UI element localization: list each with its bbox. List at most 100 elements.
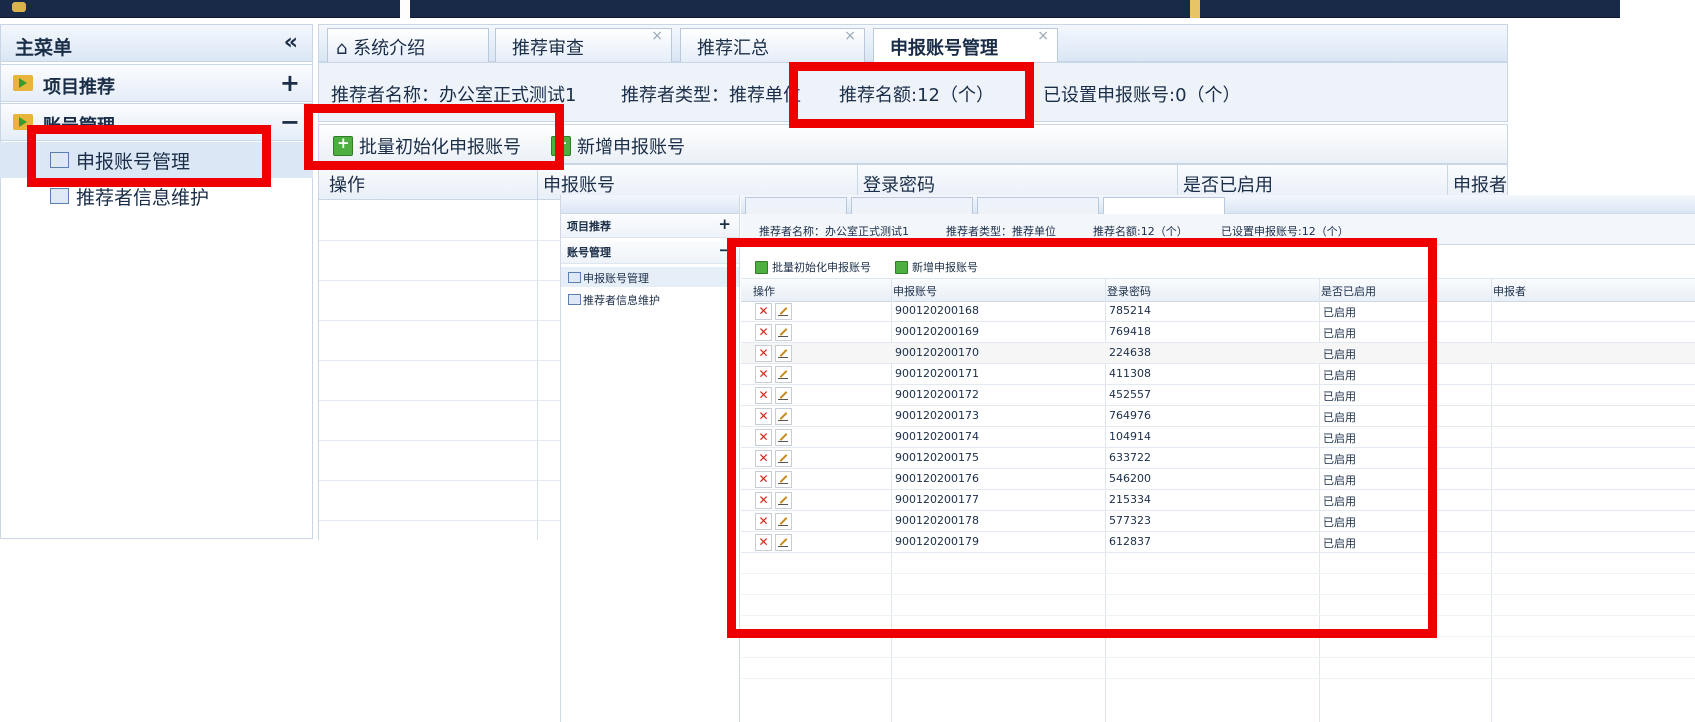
delete-icon[interactable]: ✕ bbox=[755, 534, 772, 551]
edit-icon[interactable] bbox=[775, 387, 792, 404]
table-row: ✕ 900120200174 104914 已启用 bbox=[741, 427, 1695, 448]
column-header[interactable]: 操作 bbox=[753, 283, 775, 299]
home-icon: ⌂ bbox=[336, 38, 348, 59]
delete-icon[interactable]: ✕ bbox=[755, 450, 772, 467]
column-header[interactable]: 登录密码 bbox=[1107, 283, 1151, 299]
sidebar-item-recommender-info[interactable]: 推荐者信息维护 bbox=[0, 178, 313, 214]
edit-icon[interactable] bbox=[775, 429, 792, 446]
column-header[interactable]: 申报账号 bbox=[893, 283, 937, 299]
recommender-name: 推荐者名称：办公室正式测试1 bbox=[331, 85, 577, 106]
close-icon[interactable]: × bbox=[651, 28, 663, 44]
overlay-add-account-button[interactable]: 新增申报账号 bbox=[895, 259, 995, 275]
add-icon bbox=[895, 261, 908, 274]
overlay-toolbar: 批量初始化申报账号 新增申报账号 bbox=[741, 256, 1695, 279]
tab-review[interactable]: 推荐审查 × bbox=[495, 28, 672, 64]
edit-icon[interactable] bbox=[775, 324, 792, 341]
column-header[interactable]: 是否已启用 bbox=[1183, 171, 1273, 197]
tab-label: 推荐审查 bbox=[512, 38, 584, 59]
column-header[interactable]: 申报者 bbox=[1493, 283, 1526, 299]
delete-icon[interactable]: ✕ bbox=[755, 324, 772, 341]
batch-init-button[interactable]: 批量初始化申报账号 bbox=[333, 133, 543, 159]
sidebar-group-project[interactable]: 项目推荐 + bbox=[0, 64, 313, 102]
close-icon[interactable]: × bbox=[844, 28, 856, 44]
edit-icon[interactable] bbox=[775, 303, 792, 320]
overlay-sidebar-item-account-management[interactable]: 申报账号管理 bbox=[561, 267, 739, 287]
overlay-sidebar-group-account[interactable]: 账号管理 − bbox=[561, 241, 739, 264]
delete-icon[interactable]: ✕ bbox=[755, 492, 772, 509]
delete-icon[interactable]: ✕ bbox=[755, 408, 772, 425]
edit-icon[interactable] bbox=[775, 513, 792, 530]
list-icon bbox=[568, 272, 581, 283]
tab-system-intro[interactable]: ⌂ 系统介绍 bbox=[327, 28, 489, 64]
overlay-sidebar-group-project[interactable]: 项目推荐 + bbox=[561, 215, 739, 238]
table-row: ✕ 900120200173 764976 已启用 bbox=[741, 406, 1695, 427]
table-row: ✕ 900120200171 411308 已启用 bbox=[741, 364, 1695, 385]
overlay-accounts-set: 已设置申报账号:12（个） bbox=[1221, 225, 1349, 238]
overlay-info-bar: 推荐者名称：办公室正式测试1 推荐者类型：推荐单位 推荐名额:12（个） 已设置… bbox=[741, 214, 1695, 245]
grid-body bbox=[318, 200, 569, 540]
add-account-button[interactable]: 新增申报账号 bbox=[551, 133, 691, 159]
overlay-batch-init-button[interactable]: 批量初始化申报账号 bbox=[755, 259, 885, 275]
table-row: ✕ 900120200172 452557 已启用 bbox=[741, 385, 1695, 406]
column-header[interactable]: 申报账号 bbox=[543, 171, 615, 197]
collapse-group-icon[interactable]: − bbox=[280, 108, 300, 136]
table-row: ✕ 900120200170 224638 已启用 bbox=[741, 343, 1695, 364]
edit-icon[interactable] bbox=[775, 534, 792, 551]
edit-icon[interactable] bbox=[775, 492, 792, 509]
delete-icon[interactable]: ✕ bbox=[755, 471, 772, 488]
overlay-main: 推荐者名称：办公室正式测试1 推荐者类型：推荐单位 推荐名额:12（个） 已设置… bbox=[741, 195, 1695, 722]
quota: 推荐名额:12（个） bbox=[839, 85, 994, 106]
add-icon bbox=[551, 134, 571, 156]
column-header[interactable]: 是否已启用 bbox=[1321, 283, 1376, 299]
delete-icon[interactable]: ✕ bbox=[755, 513, 772, 530]
edit-icon[interactable] bbox=[775, 450, 792, 467]
tab-label: 推荐汇总 bbox=[697, 38, 769, 59]
sidebar-title: 主菜单 bbox=[15, 37, 73, 59]
overlay-tab[interactable] bbox=[745, 197, 847, 214]
recommender-type: 推荐者类型：推荐单位 bbox=[621, 85, 801, 106]
expand-icon[interactable]: + bbox=[718, 215, 731, 233]
app-logo bbox=[12, 2, 26, 12]
table-row: ✕ 900120200177 215334 已启用 bbox=[741, 490, 1695, 511]
delete-icon[interactable]: ✕ bbox=[755, 429, 772, 446]
add-icon bbox=[755, 261, 768, 274]
app-header bbox=[0, 0, 1620, 18]
overlay-sidebar-item-recommender-info[interactable]: 推荐者信息维护 bbox=[561, 289, 739, 309]
expand-icon[interactable]: + bbox=[280, 69, 300, 97]
edit-icon[interactable] bbox=[775, 366, 792, 383]
close-icon[interactable]: × bbox=[1037, 28, 1049, 44]
overlay-tab[interactable] bbox=[977, 197, 1099, 214]
delete-icon[interactable]: ✕ bbox=[755, 303, 772, 320]
overlay-sidebar-strip bbox=[561, 195, 739, 214]
delete-icon[interactable]: ✕ bbox=[755, 366, 772, 383]
column-header[interactable]: 操作 bbox=[329, 171, 365, 197]
collapse-icon[interactable]: « bbox=[284, 30, 298, 55]
info-bar: 推荐者名称：办公室正式测试1 推荐者类型：推荐单位 推荐名额:12（个） 已设置… bbox=[318, 62, 1508, 122]
table-row: ✕ 900120200178 577323 已启用 bbox=[741, 511, 1695, 532]
header-accent bbox=[1190, 0, 1200, 18]
list-icon bbox=[50, 152, 69, 168]
column-header[interactable]: 登录密码 bbox=[863, 171, 935, 197]
edit-icon[interactable] bbox=[775, 471, 792, 488]
sidebar-group-label: 项目推荐 bbox=[43, 77, 115, 98]
edit-icon[interactable] bbox=[775, 408, 792, 425]
column-header[interactable]: 申报者 bbox=[1453, 171, 1507, 197]
collapse-group-icon[interactable]: − bbox=[718, 241, 731, 259]
delete-icon[interactable]: ✕ bbox=[755, 345, 772, 362]
add-icon bbox=[333, 134, 353, 156]
overlay-grid-header: 操作 申报账号 登录密码 是否已启用 申报者 bbox=[741, 279, 1695, 302]
delete-icon[interactable]: ✕ bbox=[755, 387, 772, 404]
tab-label: 系统介绍 bbox=[353, 38, 426, 59]
edit-icon[interactable] bbox=[775, 345, 792, 362]
overlay-tab[interactable] bbox=[851, 197, 973, 214]
overlay-tab[interactable] bbox=[1103, 197, 1225, 214]
accounts-set: 已设置申报账号:0（个） bbox=[1043, 85, 1241, 106]
sidebar-item-label: 申报账号管理 bbox=[76, 151, 191, 173]
table-row: ✕ 900120200179 612837 已启用 bbox=[741, 532, 1695, 553]
sidebar-group-account[interactable]: 账号管理 − bbox=[0, 103, 313, 141]
tab-account-management[interactable]: 申报账号管理 × bbox=[873, 28, 1058, 65]
tab-summary[interactable]: 推荐汇总 × bbox=[680, 28, 865, 64]
sidebar-item-account-management[interactable]: 申报账号管理 bbox=[0, 142, 313, 178]
tab-label: 申报账号管理 bbox=[890, 38, 998, 59]
overlay-quota: 推荐名额:12（个） bbox=[1093, 225, 1188, 238]
